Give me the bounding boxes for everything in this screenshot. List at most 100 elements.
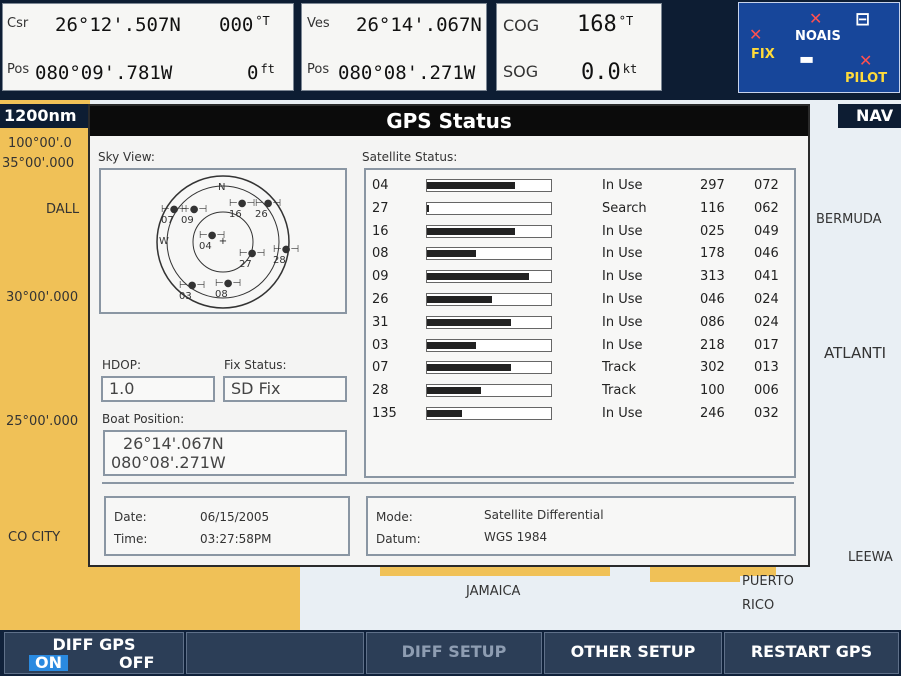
satellite-row: 08 In Use 178 046 [366,244,796,264]
sky-sat-28: ⊢●⊣ 28 [273,244,300,266]
map-label-jamaica: JAMAICA [466,584,521,599]
satellite-status: In Use [602,337,643,353]
mode-value: Satellite Differential [484,508,604,522]
diff-gps-on[interactable]: ON [29,655,68,671]
satellite-azimuth: 013 [754,360,779,376]
satellite-status: In Use [602,406,643,421]
diff-gps-toggle[interactable]: DIFF GPS ON OFF [4,632,184,674]
boat-position-label: Boat Position: [102,412,185,426]
sky-view-panel: + N W ⊢●⊣ 07 ⊢●⊣ 09 ⊢●⊣ 16 ⊢●⊣ 26 ⊢●⊣ 04 ⊢●⊣ 2… [99,168,347,314]
satellite-prn: 135 [372,406,397,421]
pilot-off-icon: ✕ [859,51,873,70]
map-label-leewa: LEEWA [848,550,893,565]
sog-label: SOG [503,62,539,81]
satellite-azimuth: 041 [754,269,779,285]
satellite-prn: 08 [372,246,389,262]
satellite-row: 16 In Use 025 049 [366,222,796,242]
signal-bar [426,224,552,238]
satellite-status-panel: 04 In Use 297 072 27 Search 116 062 16 In Use 025 0… [364,168,796,478]
pos-label: Pos [7,62,30,77]
signal-bar [426,201,552,215]
date-label: Date: [114,510,147,524]
sky-sat-03: ⊢●⊣ 03 [179,280,206,302]
satellite-row: 03 In Use 218 017 [366,336,796,356]
map-label-atlanti: ATLANTI [824,344,887,362]
satellite-prn: 28 [372,383,389,399]
csr-latitude: 26°12'.507N [55,14,181,36]
fix-status-field: SD Fix [223,376,347,402]
ves-latitude: 26°14'.067N [356,14,482,36]
cursor-data-box: Csr 26°12'.507N 000 °T Pos 080°09'.781W 0… [2,3,294,91]
ves-label: Ves [307,16,330,31]
signal-bar [426,338,552,352]
signal-fill [427,387,481,395]
satellite-elevation: 218 [700,337,725,353]
signal-fill [427,318,511,326]
satellite-row: 28 Track 100 006 [366,381,796,401]
hdop-field: 1.0 [101,376,215,402]
other-setup-button[interactable]: OTHER SETUP [544,632,722,674]
satellite-prn: 16 [372,223,389,239]
signal-bar [426,270,552,284]
satellite-prn: 09 [372,269,389,285]
signal-bar [426,407,552,420]
sky-sat-08: ⊢●⊣ 08 [215,278,242,300]
diff-gps-off[interactable]: OFF [119,655,154,671]
fix-status-label: Fix Status: [224,358,287,372]
signal-fill [427,227,515,235]
map-label-puerto: PUERTO [742,574,794,589]
satellite-elevation: 086 [700,314,725,330]
sog-value: 0.0 kt [581,60,638,85]
satellite-prn: 07 [372,360,389,376]
sky-view-label: Sky View: [98,150,155,164]
sky-west: W [159,236,169,247]
satellite-status: In Use [602,223,643,239]
map-label-dall: DALL [46,202,80,217]
satellite-prn: 03 [372,337,389,353]
land-mexico [0,560,300,630]
satellite-row: 04 In Use 297 072 [366,176,796,196]
satellite-elevation: 046 [700,292,725,307]
datum-label: Datum: [376,532,421,546]
restart-gps-button[interactable]: RESTART GPS [724,632,899,674]
satellite-azimuth: 017 [754,337,779,353]
autopilot-icon: ⊟ [855,9,871,30]
fix-label: FIX [751,47,775,62]
satellite-elevation: 297 [700,178,725,193]
satellite-elevation: 302 [700,360,725,376]
sky-north: N [218,182,226,193]
sky-sat-26: ⊢●⊣ 26 [255,198,282,220]
lat-label-30: 30°00'.000 [6,290,79,305]
mode-datum-panel: Mode: Satellite Differential Datum: WGS … [366,496,796,556]
dialog-title: GPS Status [90,106,808,136]
signal-fill [427,410,462,417]
satellite-azimuth: 024 [754,292,779,307]
csr-heading: 000 °T [219,14,270,36]
satellite-prn: 27 [372,200,389,216]
signal-fill [427,296,492,303]
sky-sat-27: ⊢●⊣ 27 [239,248,266,270]
signal-fill [427,182,515,189]
lat-label-25: 25°00'.000 [6,414,79,429]
time-value: 03:27:58PM [200,532,272,546]
satellite-azimuth: 024 [754,314,779,330]
satellite-elevation: 178 [700,246,725,262]
cog-value: 168 °T [577,12,634,37]
satellite-elevation: 313 [700,269,725,285]
signal-fill [427,364,511,372]
satellite-azimuth: 049 [754,223,779,239]
diff-setup-button[interactable]: DIFF SETUP [366,632,542,674]
csr-longitude: 080°09'.781W [35,62,173,84]
date-time-panel: Date: 06/15/2005 Time: 03:27:58PM [104,496,350,556]
chart-scale: 1200nm [0,104,88,128]
satellite-row: 135 In Use 246 032 [366,404,796,424]
signal-fill [427,341,476,349]
satellite-row: 27 Search 116 062 [366,199,796,219]
hdop-label: HDOP: [102,358,141,372]
signal-fill [427,250,476,258]
satellite-azimuth: 032 [754,406,779,421]
nav-mode: NAV [838,104,901,128]
signal-bar [426,179,552,192]
blank-softkey [186,632,364,674]
signal-bar [426,315,552,329]
